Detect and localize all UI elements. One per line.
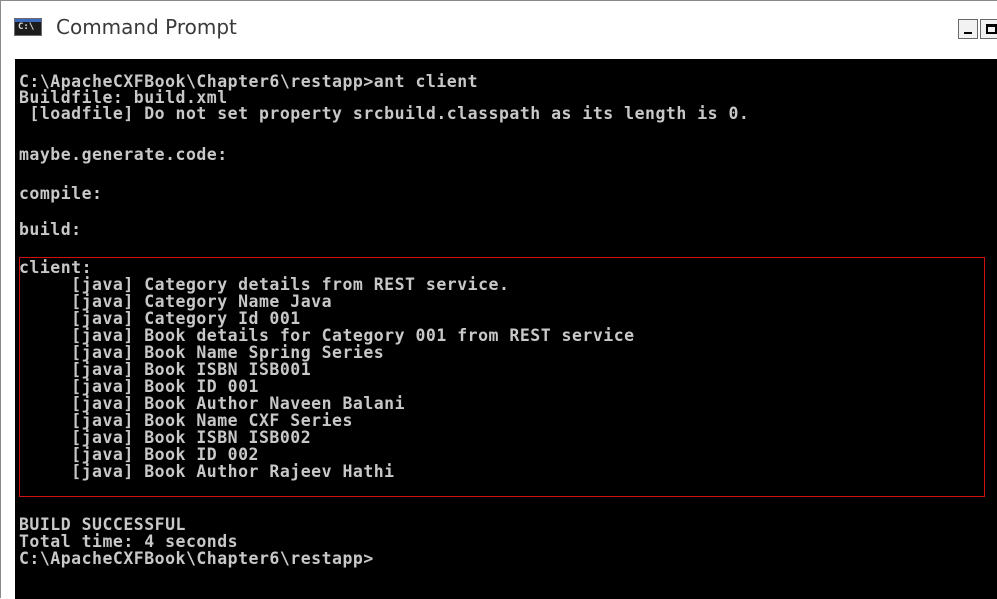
console-line: [java] Book ISBN ISB001 bbox=[19, 360, 312, 379]
console-line: BUILD SUCCESSFUL bbox=[19, 515, 186, 534]
console-line: [java] Book ID 001 bbox=[19, 377, 259, 396]
minimize-icon bbox=[964, 32, 972, 34]
console-line: [loadfile] Do not set property srcbuild.… bbox=[19, 104, 750, 123]
console-output[interactable]: C:\ApacheCXFBook\Chapter6\restapp>ant cl… bbox=[15, 59, 997, 599]
console-line: [java] Book ID 002 bbox=[19, 445, 259, 464]
console-line: [java] Category Name Java bbox=[19, 292, 333, 311]
maximize-button[interactable] bbox=[980, 19, 997, 39]
console-line: [java] Category Id 001 bbox=[19, 309, 301, 328]
console-line: compile: bbox=[19, 184, 103, 203]
console-line: client: bbox=[19, 258, 93, 277]
console-line: [java] Category details from REST servic… bbox=[19, 275, 510, 294]
console-line: build: bbox=[19, 220, 82, 239]
console-line: [java] Book Author Rajeev Hathi bbox=[19, 462, 395, 481]
console-line: [java] Book Name Spring Series bbox=[19, 343, 385, 362]
title-bar[interactable]: C:\ Command Prompt bbox=[2, 2, 997, 52]
command-prompt-icon[interactable]: C:\ bbox=[14, 18, 42, 36]
console-line: [java] Book Author Naveen Balani bbox=[19, 394, 406, 413]
console-line: Total time: 4 seconds bbox=[19, 532, 239, 551]
maximize-icon bbox=[986, 24, 997, 34]
console-line: [java] Book Name CXF Series bbox=[19, 411, 353, 430]
console-line: [java] Book details for Category 001 fro… bbox=[19, 326, 635, 345]
console-line: [java] Book ISBN ISB002 bbox=[19, 428, 312, 447]
window-title: Command Prompt bbox=[56, 15, 237, 39]
command-prompt-window: C:\ Command Prompt C:\ApacheCXFBook\Chap… bbox=[0, 0, 997, 599]
console-line: C:\ApacheCXFBook\Chapter6\restapp> bbox=[19, 549, 374, 568]
minimize-button[interactable] bbox=[958, 19, 978, 39]
console-line: maybe.generate.code: bbox=[19, 145, 228, 164]
